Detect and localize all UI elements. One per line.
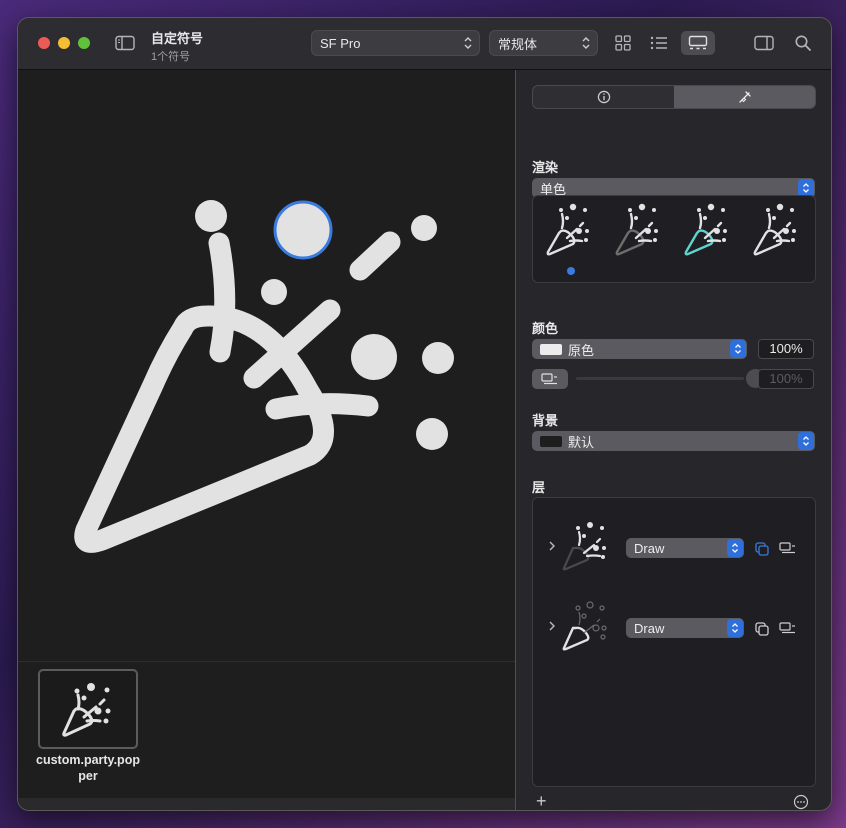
ellipsis-circle-icon[interactable] (793, 794, 809, 810)
tab-appearance[interactable] (674, 86, 815, 108)
symbol-thumbnail-label: custom.party.popper (36, 753, 140, 783)
confetti-streamer-4 (265, 393, 379, 420)
zoom-window-button[interactable] (78, 37, 90, 49)
gallery-view-button[interactable] (681, 31, 715, 55)
library-bottom-strip (18, 798, 515, 810)
color-label: 颜色 (532, 321, 559, 336)
color-swatch (540, 343, 562, 355)
font-weight-value: 常规体 (498, 36, 538, 52)
color-value: 原色 (568, 342, 595, 358)
selected-confetti-dot (273, 200, 333, 260)
chevron-right-icon[interactable] (547, 540, 557, 552)
inspector-toggle-button[interactable] (751, 31, 777, 55)
confetti-dot (411, 215, 437, 241)
window-title-group: 自定符号 1个符号 (151, 28, 203, 64)
color-opacity-field[interactable]: 100% (758, 339, 814, 359)
layer-visibility-icon[interactable] (779, 622, 797, 634)
sidebar-toggle-button[interactable] (112, 31, 138, 55)
gradient-toggle-button[interactable] (532, 369, 568, 389)
search-icon (795, 35, 811, 51)
confetti-dot (422, 342, 454, 374)
rendering-mode-palette[interactable] (684, 203, 727, 256)
rendering-label: 渲染 (532, 160, 559, 175)
selected-mode-indicator (567, 267, 575, 275)
background-value: 默认 (568, 434, 595, 450)
font-weight-select[interactable]: 常规体 (489, 30, 598, 56)
add-layer-button[interactable]: + (536, 791, 547, 810)
symbol-library: custom.party.popper (18, 661, 515, 799)
duplicate-icon[interactable] (754, 541, 770, 557)
layers-list: Draw Draw (532, 497, 816, 787)
confetti-dot (351, 334, 397, 380)
confetti-streamer-1 (208, 232, 236, 363)
popup-stepper-icon (727, 619, 743, 637)
inspector-toggle-icon (754, 35, 774, 51)
party-popper-icon (74, 200, 454, 553)
color-select[interactable]: 原色 (532, 339, 747, 359)
layer-mode-value: Draw (634, 620, 665, 636)
layer-thumbnail-icon (562, 601, 607, 651)
background-label: 背景 (532, 413, 559, 428)
grid-view-icon (615, 35, 631, 51)
background-swatch (540, 435, 562, 447)
layer-mode-select[interactable]: Draw (626, 538, 744, 558)
background-select[interactable]: 默认 (532, 431, 815, 451)
popup-stepper-icon (727, 539, 743, 557)
grid-view-button[interactable] (610, 31, 636, 55)
rendering-mode-multicolor[interactable] (753, 203, 796, 256)
layer-mode-value: Draw (634, 540, 665, 556)
tab-info[interactable] (533, 86, 674, 108)
window-title: 自定符号 (151, 31, 204, 46)
rendering-mode-monochrome[interactable] (546, 203, 589, 256)
inspector-tab-control (532, 85, 816, 109)
layer-mode-select[interactable]: Draw (626, 618, 744, 638)
paintbrush-icon (738, 91, 751, 103)
secondary-opacity-field[interactable]: 100% (758, 369, 814, 389)
symbol-thumbnail[interactable] (38, 669, 138, 749)
popup-stepper-icon (730, 340, 746, 358)
search-button[interactable] (790, 31, 816, 55)
info-icon (597, 90, 610, 104)
layer-thumbnail-icon (562, 522, 606, 571)
popup-stepper-icon (798, 432, 814, 450)
confetti-dot (195, 200, 227, 232)
app-window: 自定符号 1个符号 SF Pro 常规体 custom.party.popper… (18, 18, 831, 810)
list-view-button[interactable] (646, 31, 672, 55)
opacity-slider-track[interactable] (576, 377, 744, 380)
confetti-dot (416, 418, 448, 450)
layer-visibility-icon[interactable] (779, 542, 797, 554)
rendering-mode-picker (532, 195, 816, 283)
layer-visibility-icon (541, 373, 557, 385)
gallery-view-icon (688, 35, 708, 50)
updown-chevron-icon (464, 37, 472, 49)
layers-label: 层 (532, 480, 546, 495)
rendering-mode-hierarchical[interactable] (615, 203, 658, 256)
toolbar: 自定符号 1个符号 SF Pro 常规体 (18, 18, 831, 70)
confetti-streamer-3 (349, 231, 401, 281)
close-window-button[interactable] (38, 37, 50, 49)
font-family-select[interactable]: SF Pro (311, 30, 480, 56)
chevron-right-icon[interactable] (547, 620, 557, 632)
minimize-window-button[interactable] (58, 37, 70, 49)
font-family-value: SF Pro (320, 35, 361, 51)
updown-chevron-icon (582, 37, 590, 49)
inspector-panel: 渲染 单色 颜色 原色 100% 100% 背景 默认 层 Draw Draw … (516, 70, 831, 810)
duplicate-icon[interactable] (754, 621, 770, 637)
window-subtitle: 1个符号 (151, 51, 191, 63)
symbol-canvas[interactable] (18, 70, 515, 661)
confetti-dot (261, 279, 287, 305)
sidebar-icon (115, 35, 135, 51)
party-popper-icon (62, 683, 111, 737)
list-view-icon (650, 36, 667, 50)
